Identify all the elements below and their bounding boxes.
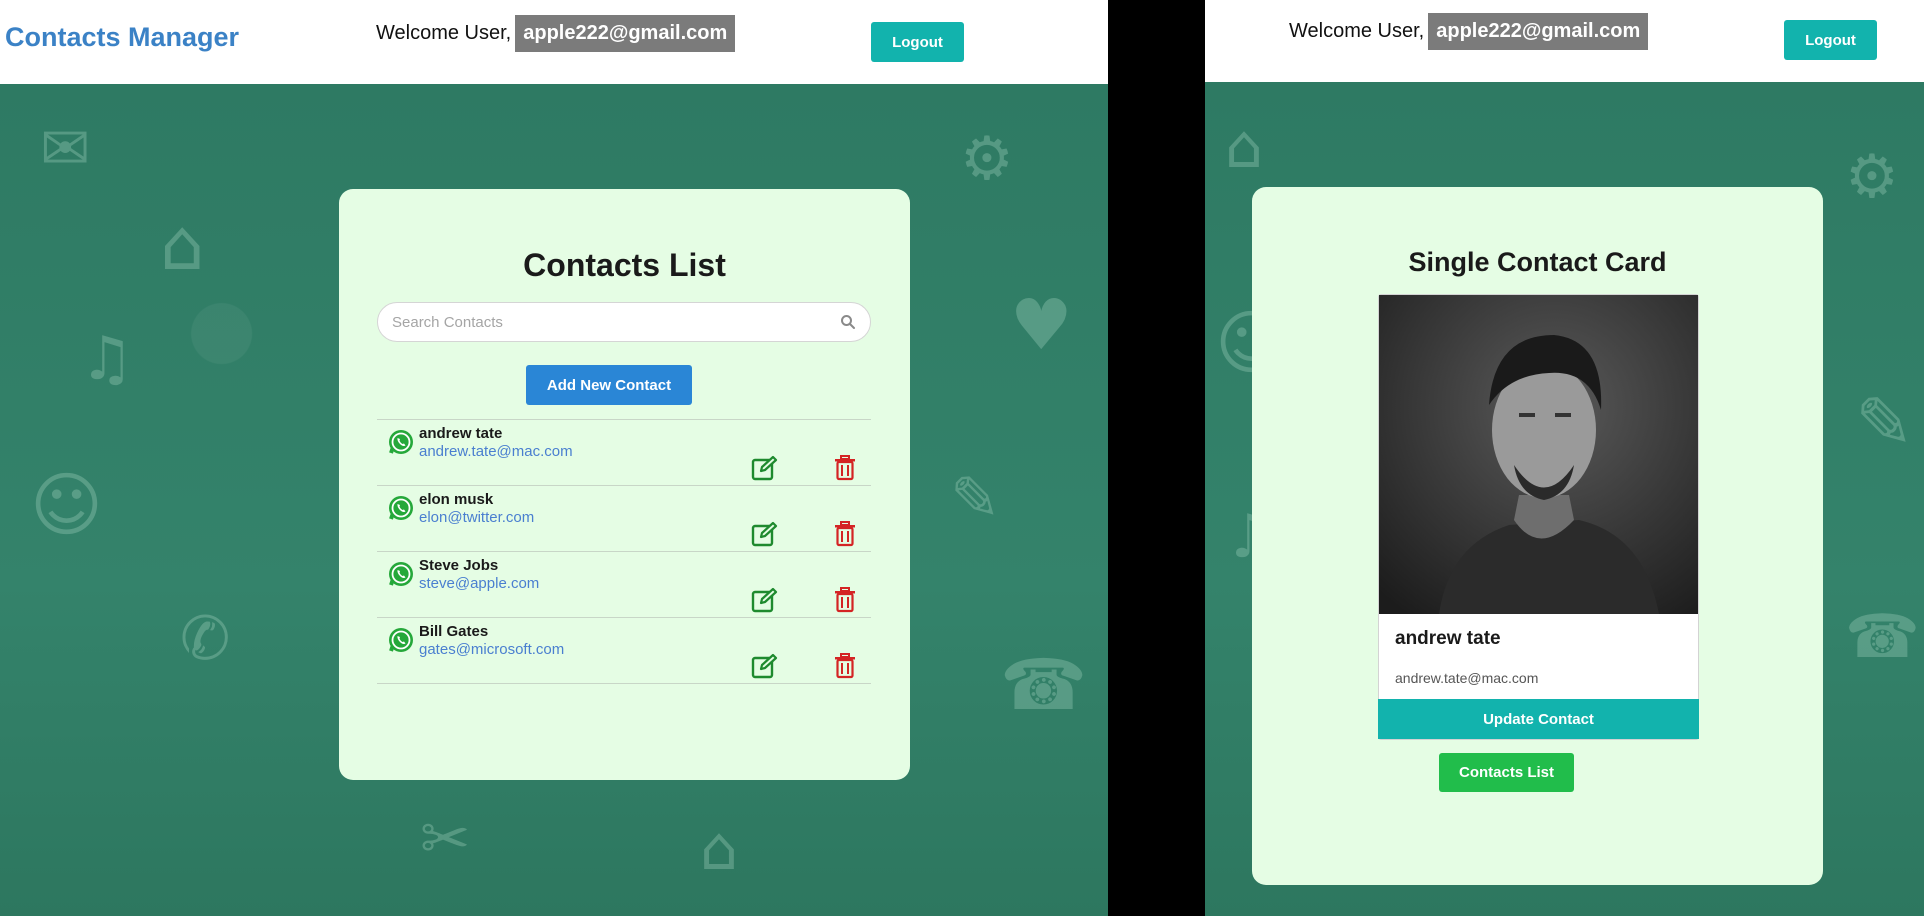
welcome-message: Welcome User, apple222@gmail.com	[1289, 13, 1649, 50]
whatsapp-icon	[389, 430, 413, 454]
contact-card-email: andrew.tate@mac.com	[1395, 670, 1539, 686]
edit-icon[interactable]	[751, 455, 779, 481]
delete-icon[interactable]	[834, 587, 856, 613]
list-item[interactable]: Bill Gates gates@microsoft.com	[377, 618, 871, 684]
search-icon[interactable]	[840, 314, 856, 330]
top-navbar: Contacts Manager Welcome User, apple222@…	[0, 0, 1108, 84]
contacts-list-button[interactable]: Contacts List	[1439, 753, 1574, 792]
whatsapp-icon	[389, 628, 413, 652]
list-item[interactable]: elon musk elon@twitter.com	[377, 486, 871, 552]
welcome-label: Welcome User,	[1289, 20, 1425, 42]
update-contact-button[interactable]: Update Contact	[1378, 699, 1699, 739]
delete-icon[interactable]	[834, 653, 856, 679]
delete-icon[interactable]	[834, 455, 856, 481]
contact-email[interactable]: elon@twitter.com	[419, 509, 534, 526]
contact-email[interactable]: andrew.tate@mac.com	[419, 443, 573, 460]
single-contact-screen: ⌂ ☺ ♫ ⚙ ✎ ☎ Welcome User, apple222@gmail…	[1205, 0, 1924, 916]
add-new-contact-button[interactable]: Add New Contact	[526, 365, 692, 405]
contact-name[interactable]: Bill Gates	[419, 623, 488, 640]
welcome-message: Welcome User, apple222@gmail.com	[376, 15, 736, 52]
edit-icon[interactable]	[751, 653, 779, 679]
screen-divider	[1108, 0, 1205, 916]
single-contact-panel: Single Contact Card andrew tate andrew.t…	[1252, 187, 1823, 885]
brand-title[interactable]: Contacts Manager	[5, 22, 239, 53]
top-navbar: Welcome User, apple222@gmail.com Logout	[1205, 0, 1924, 82]
delete-icon[interactable]	[834, 521, 856, 547]
contact-list: andrew tate andrew.tate@mac.com elon mus…	[377, 419, 871, 684]
contact-email[interactable]: steve@apple.com	[419, 575, 539, 592]
logout-button[interactable]: Logout	[1784, 20, 1877, 60]
contacts-list-card: Contacts List Add New Contact andrew tat…	[339, 189, 910, 780]
whatsapp-icon	[389, 562, 413, 586]
contact-card-name: andrew tate	[1395, 628, 1501, 649]
search-input[interactable]	[392, 313, 840, 331]
edit-icon[interactable]	[751, 521, 779, 547]
contact-email[interactable]: gates@microsoft.com	[419, 641, 564, 658]
edit-icon[interactable]	[751, 587, 779, 613]
contact-name[interactable]: andrew tate	[419, 425, 502, 442]
contacts-list-screen: ✉ ⌂ ♫ ☺ ✆ ⚙ ♥ ✎ ☎ ✂ ⌂ Contacts Manager W…	[0, 0, 1108, 916]
user-email-badge: apple222@gmail.com	[1428, 13, 1649, 50]
whatsapp-icon	[389, 496, 413, 520]
page-title: Contacts List	[523, 247, 726, 283]
list-item[interactable]: andrew tate andrew.tate@mac.com	[377, 420, 871, 486]
contact-name[interactable]: elon musk	[419, 491, 493, 508]
list-item[interactable]: Steve Jobs steve@apple.com	[377, 552, 871, 618]
page-title: Single Contact Card	[1408, 247, 1667, 277]
contact-photo	[1379, 295, 1698, 614]
search-bar	[377, 302, 871, 342]
logout-button[interactable]: Logout	[871, 22, 964, 62]
contact-name[interactable]: Steve Jobs	[419, 557, 498, 574]
user-email-badge: apple222@gmail.com	[515, 15, 736, 52]
welcome-label: Welcome User,	[376, 22, 512, 44]
contact-card: andrew tate andrew.tate@mac.com Update C…	[1378, 294, 1699, 740]
